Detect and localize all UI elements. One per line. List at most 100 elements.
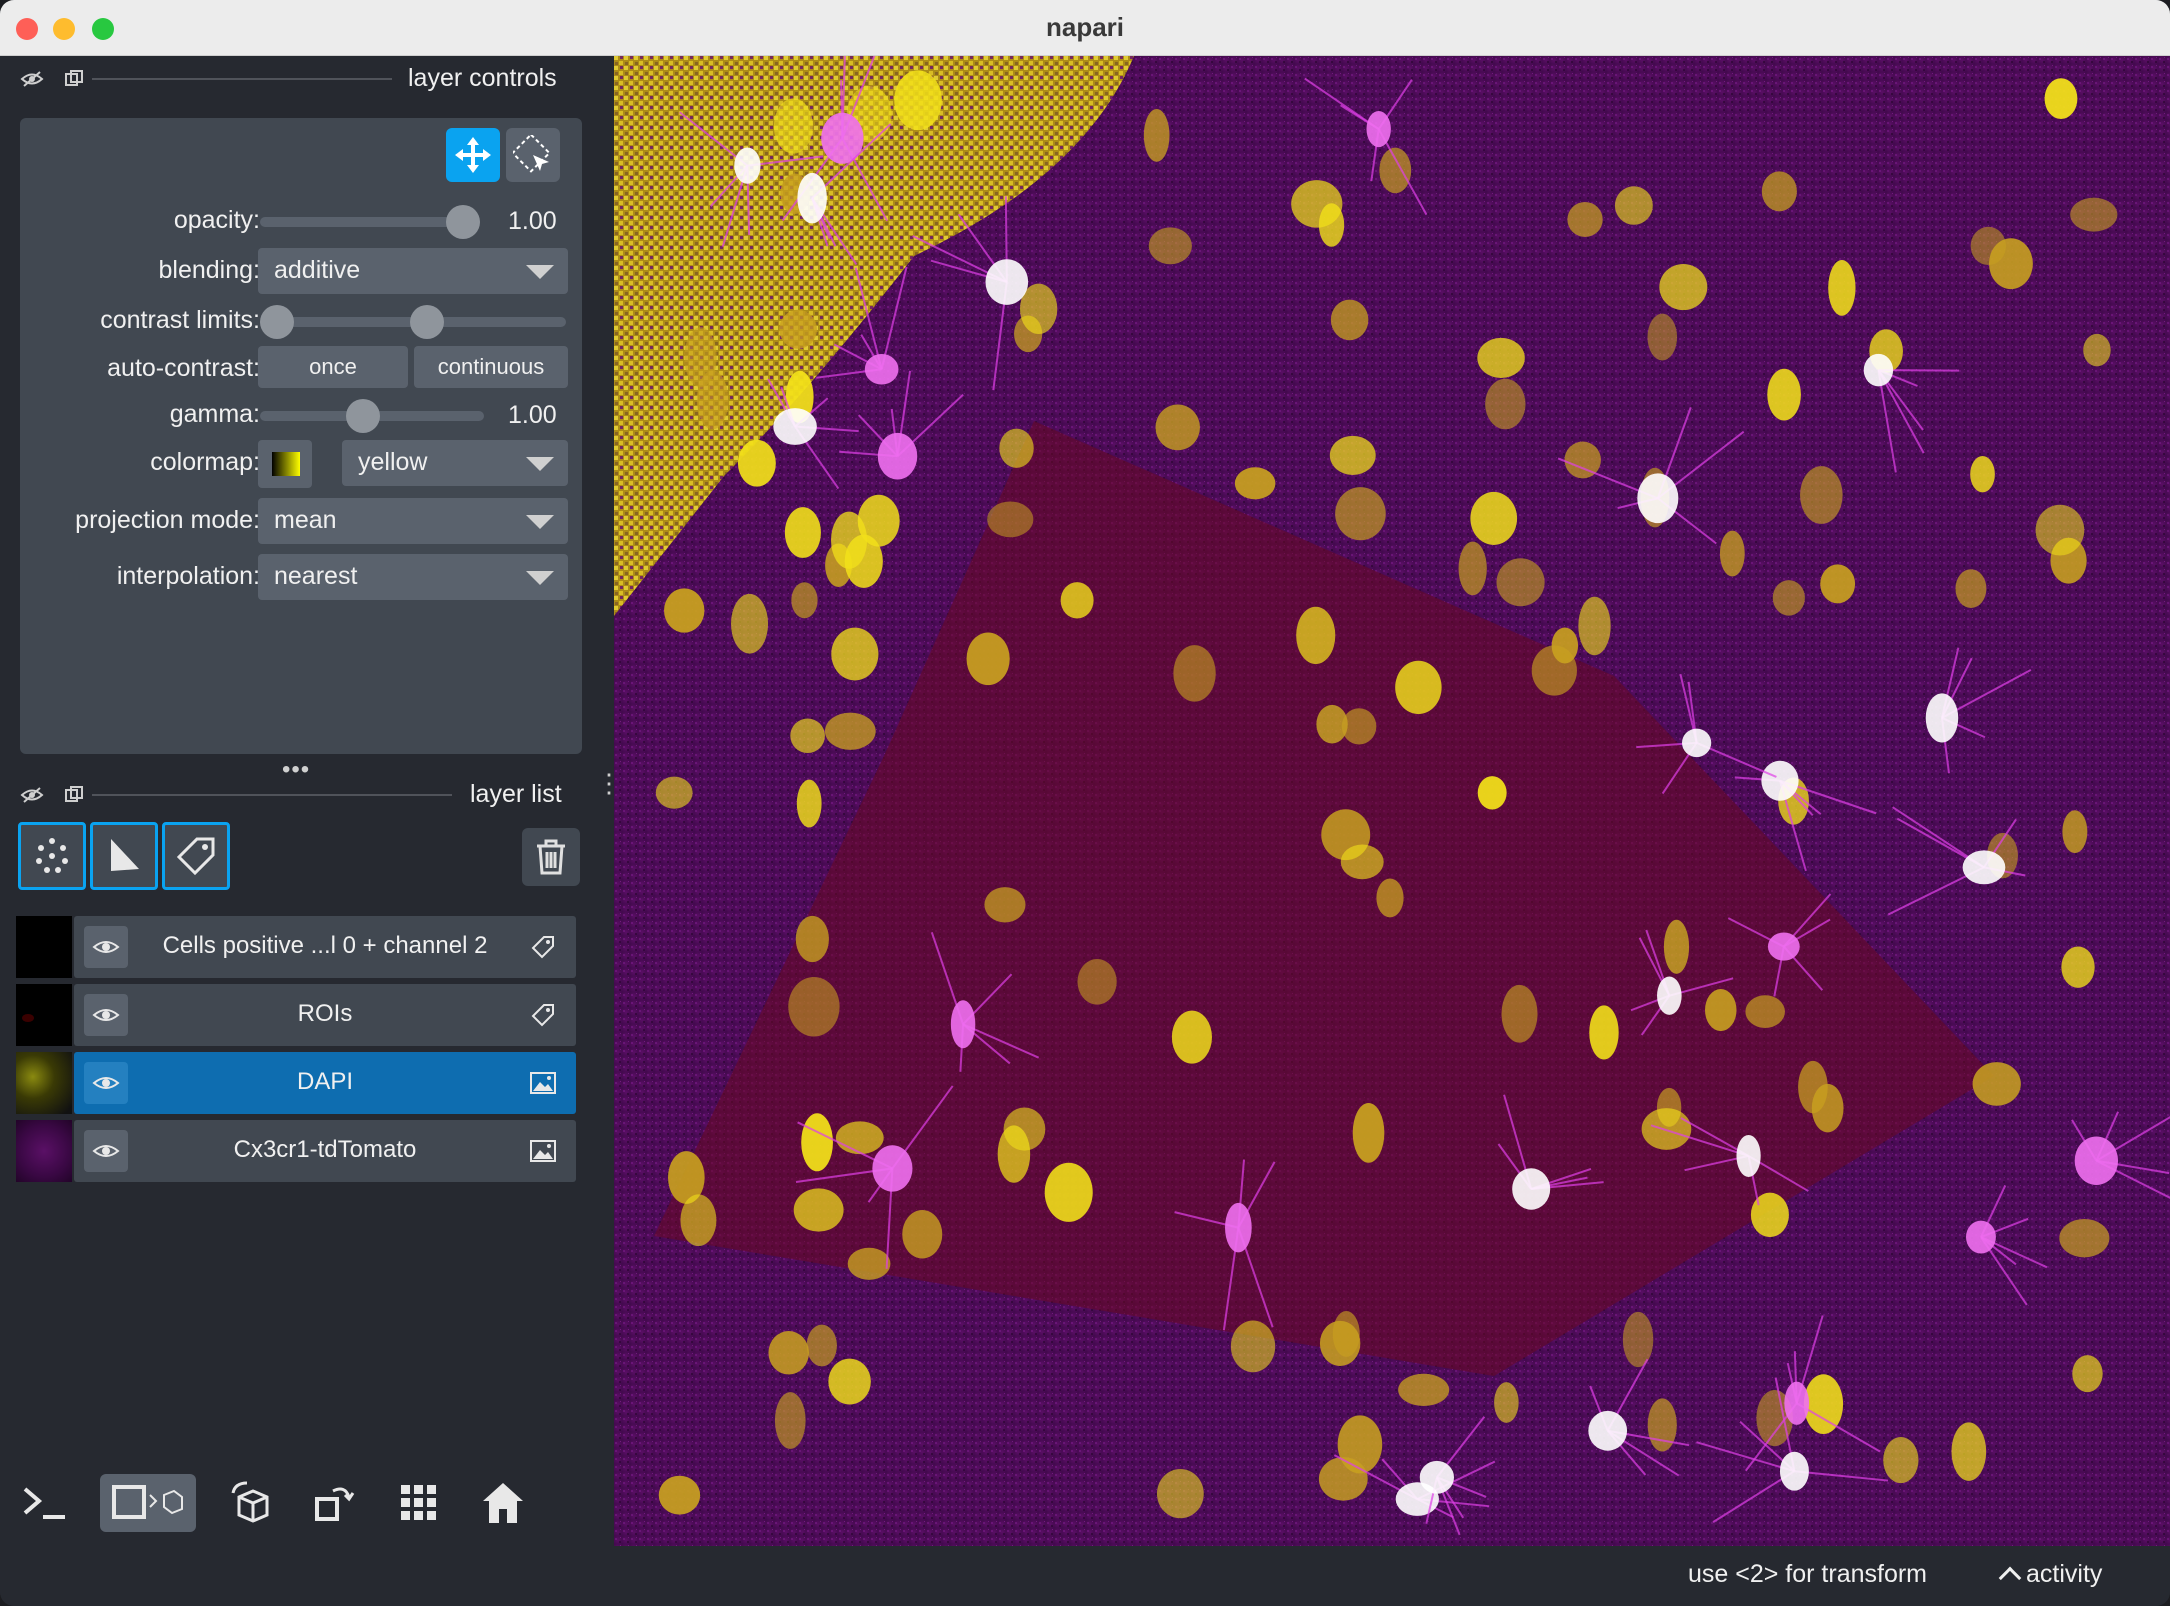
auto-contrast-row: auto-contrast: once continuous xyxy=(20,346,582,394)
contrast-limit-high-handle[interactable] xyxy=(409,305,444,339)
opacity-slider-handle[interactable] xyxy=(446,205,480,239)
nucleus xyxy=(1800,466,1843,524)
reset-view-button[interactable] xyxy=(474,1474,532,1532)
hide-dock-icon[interactable] xyxy=(20,785,44,805)
cell-body xyxy=(1419,1460,1455,1494)
nucleus xyxy=(1883,1437,1919,1484)
layer-thumbnail xyxy=(16,1052,72,1114)
nucleus xyxy=(801,1113,833,1172)
maximize-window-button[interactable] xyxy=(92,18,114,40)
nucleus xyxy=(1234,467,1276,500)
grid-view-button[interactable] xyxy=(390,1474,448,1532)
projection-mode-value: mean xyxy=(274,506,337,534)
new-layer-toolbar xyxy=(18,822,230,890)
nucleus xyxy=(966,632,1010,686)
projection-mode-row: projection mode: mean xyxy=(20,498,582,546)
float-dock-icon[interactable] xyxy=(62,785,86,805)
nucleus xyxy=(796,779,822,828)
new-points-layer-button[interactable] xyxy=(18,822,86,890)
ndisplay-toggle-button[interactable] xyxy=(100,1474,196,1532)
colormap-select[interactable]: yellow xyxy=(342,440,568,486)
layer-controls-dock-bar: layer controls xyxy=(0,56,604,102)
layer-row[interactable]: Cx3cr1-tdTomato xyxy=(16,1120,576,1182)
nucleus xyxy=(1296,606,1336,665)
layer-item[interactable]: ROIs xyxy=(74,984,576,1046)
projection-mode-select[interactable]: mean xyxy=(258,498,568,544)
nucleus xyxy=(1335,487,1386,541)
cell-body xyxy=(1863,353,1894,387)
visibility-toggle[interactable] xyxy=(84,994,128,1036)
float-dock-icon[interactable] xyxy=(62,69,86,89)
nucleus xyxy=(824,712,876,750)
nucleus xyxy=(1955,569,1987,609)
nucleus xyxy=(1060,582,1094,619)
nucleus xyxy=(658,1475,701,1515)
colormap-value: yellow xyxy=(358,448,428,476)
visibility-toggle[interactable] xyxy=(84,926,128,968)
pan-zoom-mode-button[interactable] xyxy=(446,128,500,182)
nucleus xyxy=(737,439,776,487)
delete-layer-button[interactable] xyxy=(522,828,580,886)
layer-item[interactable]: Cells positive ...l 0 + channel 2 xyxy=(74,916,576,978)
gamma-row: gamma: 1.00 xyxy=(20,392,582,440)
layer-row[interactable]: Cells positive ...l 0 + channel 2 xyxy=(16,916,576,978)
eye-icon xyxy=(92,1009,120,1021)
nucleus xyxy=(902,1209,943,1259)
layer-item[interactable]: DAPI xyxy=(74,1052,576,1114)
layer-row[interactable]: ROIs xyxy=(16,984,576,1046)
visibility-toggle[interactable] xyxy=(84,1062,128,1104)
nucleus xyxy=(2083,333,2111,367)
new-labels-layer-button[interactable] xyxy=(162,822,230,890)
nucleus xyxy=(2070,197,2118,232)
layer-list-title: layer list xyxy=(470,780,562,808)
colormap-swatch[interactable] xyxy=(258,440,312,488)
roll-dimensions-button[interactable] xyxy=(222,1474,280,1532)
status-bar: use <2> for transform activity xyxy=(604,1546,2170,1606)
contrast-limit-low-handle[interactable] xyxy=(260,305,294,339)
transpose-dimensions-button[interactable] xyxy=(306,1474,364,1532)
cell-body xyxy=(1366,111,1391,148)
blending-select[interactable]: additive xyxy=(258,248,568,294)
title-bar: napari xyxy=(0,0,2170,56)
eye-icon xyxy=(92,941,120,953)
nucleus xyxy=(1329,435,1376,475)
nucleus xyxy=(1291,180,1343,228)
cell-body xyxy=(1682,728,1712,758)
cell-body xyxy=(1767,932,1800,961)
auto-contrast-once-button[interactable]: once xyxy=(258,346,408,388)
nucleus xyxy=(1641,1108,1692,1150)
nucleus xyxy=(828,1358,871,1405)
nucleus xyxy=(1156,1469,1204,1519)
minimize-window-button[interactable] xyxy=(53,18,75,40)
terminal-icon xyxy=(23,1487,65,1519)
chevron-down-icon xyxy=(526,265,554,279)
new-shapes-layer-button[interactable] xyxy=(90,822,158,890)
auto-contrast-continuous-button[interactable]: continuous xyxy=(414,346,568,388)
nucleus xyxy=(857,494,900,547)
nucleus xyxy=(1395,660,1442,715)
nucleus xyxy=(1332,1311,1360,1357)
cell-body xyxy=(1512,1168,1551,1210)
nucleus xyxy=(1458,541,1487,596)
interpolation-label: interpolation: xyxy=(116,562,260,590)
gamma-value: 1.00 xyxy=(508,401,557,429)
activity-button[interactable]: activity xyxy=(1998,1560,2102,1590)
nucleus xyxy=(773,98,813,154)
viewer-canvas[interactable] xyxy=(614,56,2170,1546)
gamma-slider-handle[interactable] xyxy=(345,399,380,433)
transform-mode-button[interactable] xyxy=(506,128,560,182)
console-button[interactable] xyxy=(16,1474,74,1532)
nucleus xyxy=(768,1331,809,1375)
visibility-toggle[interactable] xyxy=(84,1130,128,1172)
interpolation-select[interactable]: nearest xyxy=(258,554,568,600)
layer-item[interactable]: Cx3cr1-tdTomato xyxy=(74,1120,576,1182)
nucleus xyxy=(1477,776,1507,810)
blending-label: blending: xyxy=(158,256,260,284)
nucleus xyxy=(655,776,693,809)
layer-row[interactable]: DAPI xyxy=(16,1052,576,1114)
close-window-button[interactable] xyxy=(16,18,38,40)
nucleus xyxy=(1578,596,1611,656)
hide-dock-icon[interactable] xyxy=(20,69,44,89)
blending-row: blending: additive xyxy=(20,248,582,296)
nucleus xyxy=(779,309,817,349)
